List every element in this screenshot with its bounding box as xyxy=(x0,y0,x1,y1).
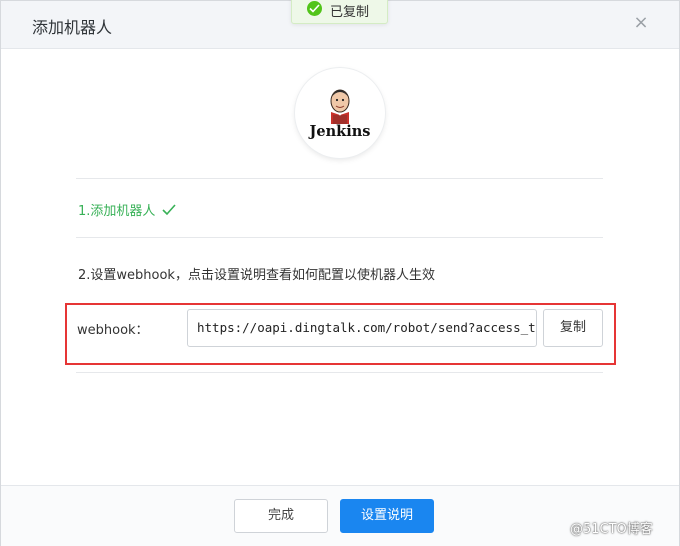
webhook-url-field[interactable]: https://oapi.dingtalk.com/robot/send?acc… xyxy=(187,309,537,347)
checkmark-icon xyxy=(161,204,176,216)
divider xyxy=(76,372,603,373)
step-2-instruction: 2.设置webhook，点击设置说明查看如何配置以使机器人生效 xyxy=(78,268,435,283)
step-1-label: 1.添加机器人 xyxy=(78,204,156,219)
step-1-status: 1.添加机器人 xyxy=(78,200,176,219)
close-icon[interactable]: × xyxy=(631,13,651,33)
check-circle-icon xyxy=(307,1,322,16)
add-robot-dialog: 添加机器人 × Jenkins 1.添加机器人 2.设置webhook，点击设置… xyxy=(0,0,680,546)
divider xyxy=(76,237,603,238)
copied-toast: 已复制 xyxy=(291,0,388,24)
copy-button[interactable]: 复制 xyxy=(543,309,603,347)
setup-instructions-button[interactable]: 设置说明 xyxy=(340,499,434,533)
done-button[interactable]: 完成 xyxy=(234,499,328,533)
jenkins-butler-icon xyxy=(330,89,350,124)
divider xyxy=(76,178,603,179)
dialog-title: 添加机器人 xyxy=(32,18,113,37)
toast-message: 已复制 xyxy=(330,5,370,20)
jenkins-wordmark: Jenkins xyxy=(309,123,371,140)
jenkins-logo: Jenkins xyxy=(295,68,385,158)
webhook-label: webhook： xyxy=(77,323,149,338)
watermark: @51CTO博客 xyxy=(570,522,653,537)
